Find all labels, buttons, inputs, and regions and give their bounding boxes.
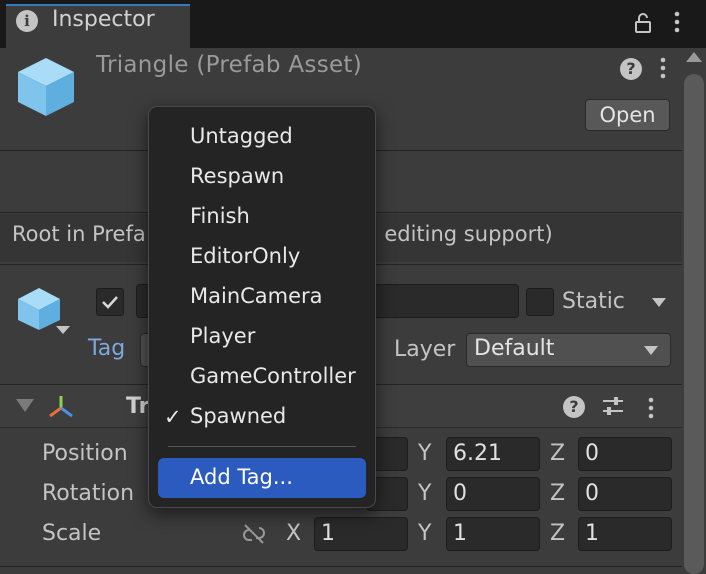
tag-label: Tag	[88, 336, 126, 361]
add-tag-label[interactable]: Add Tag...	[190, 465, 293, 489]
presets-sliders-icon[interactable]	[600, 394, 626, 418]
menu-item-respawn[interactable]: Respawn	[190, 164, 284, 188]
axis-z-label: Z	[550, 521, 566, 546]
scale-x-field[interactable]: 1	[314, 517, 408, 551]
menu-item-spawned[interactable]: Spawned	[190, 404, 286, 428]
axis-z-label: Z	[550, 481, 566, 506]
kebab-menu-icon[interactable]	[670, 10, 684, 34]
chevron-down-icon[interactable]	[652, 298, 666, 307]
transform-axes-icon	[49, 396, 73, 418]
help-icon[interactable]: ?	[563, 396, 585, 418]
menu-item-finish[interactable]: Finish	[190, 204, 250, 228]
layer-value: Default	[474, 336, 555, 361]
chevron-down-icon	[644, 346, 658, 355]
chevron-down-icon[interactable]	[56, 326, 70, 334]
checkmark-icon	[102, 296, 118, 309]
menu-item-maincamera[interactable]: MainCamera	[190, 284, 323, 308]
static-label: Static	[562, 289, 625, 314]
position-z-field[interactable]: 0	[578, 437, 672, 471]
menu-item-player[interactable]: Player	[190, 324, 255, 348]
axis-x-label: X	[286, 521, 302, 546]
kebab-menu-icon[interactable]	[644, 396, 658, 420]
lock-icon[interactable]	[632, 12, 654, 34]
axis-y-label: Y	[418, 481, 432, 506]
menu-separator	[168, 446, 356, 447]
scale-z-field[interactable]: 1	[578, 517, 672, 551]
prefab-cube-icon	[18, 58, 74, 116]
open-prefab-button[interactable]: Open	[585, 99, 670, 131]
unlinked-chain-icon[interactable]	[240, 522, 268, 546]
scale-y-field[interactable]: 1	[446, 517, 540, 551]
divider	[0, 566, 706, 567]
tab-title: Inspector	[52, 7, 155, 32]
axis-y-label: Y	[418, 441, 432, 466]
position-y-field[interactable]: 6.21	[446, 437, 540, 471]
transform-title: Tr	[126, 394, 150, 419]
kebab-menu-icon[interactable]	[656, 56, 670, 80]
axis-y-label: Y	[418, 521, 432, 546]
axis-z-label: Z	[550, 441, 566, 466]
menu-item-gamecontroller[interactable]: GameController	[190, 364, 356, 388]
help-icon[interactable]: ?	[620, 58, 642, 80]
rotation-label: Rotation	[42, 481, 135, 506]
scroll-up-arrow-icon[interactable]	[686, 52, 702, 62]
root-info-text: Root in Prefa	[12, 222, 146, 246]
menu-item-untagged[interactable]: Untagged	[190, 124, 293, 148]
foldout-arrow-icon[interactable]	[16, 399, 34, 412]
position-label: Position	[42, 441, 128, 466]
layer-label: Layer	[394, 337, 456, 362]
prefab-title: Triangle (Prefab Asset)	[96, 52, 363, 78]
menu-item-editoronly[interactable]: EditorOnly	[190, 244, 300, 268]
info-icon: i	[16, 10, 38, 32]
static-checkbox[interactable]	[526, 288, 554, 316]
rotation-z-field[interactable]: 0	[578, 477, 672, 511]
scale-label: Scale	[42, 521, 102, 546]
root-info-text-end: ll editing support)	[366, 222, 553, 246]
checkmark-icon: ✓	[164, 405, 182, 429]
rotation-y-field[interactable]: 0	[446, 477, 540, 511]
scrollbar-thumb[interactable]	[684, 74, 704, 574]
active-checkbox[interactable]	[96, 288, 124, 316]
